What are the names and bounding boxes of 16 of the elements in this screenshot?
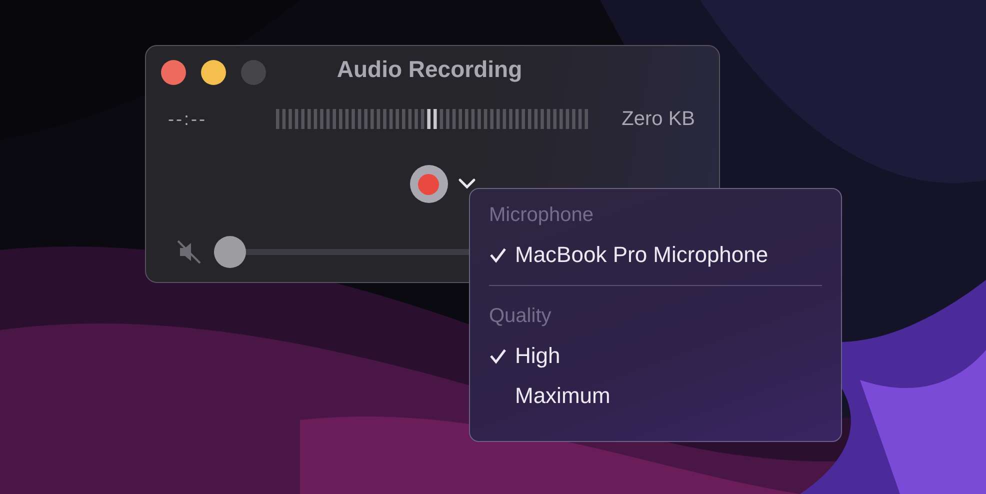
menu-item[interactable]: High: [489, 336, 822, 376]
checkmark-icon: [489, 348, 507, 364]
minimize-button[interactable]: [201, 60, 226, 84]
chevron-down-icon[interactable]: [458, 178, 476, 190]
checkmark-icon: [489, 247, 507, 263]
menu-section-header: Microphone: [489, 202, 594, 228]
window-title: Audio Recording: [336, 56, 522, 83]
close-button[interactable]: [161, 60, 186, 84]
file-size: Zero KB: [622, 108, 695, 130]
elapsed-time: --:--: [168, 108, 208, 130]
menu-section-header: Quality: [489, 304, 552, 328]
muted-speaker-icon[interactable]: [176, 239, 202, 265]
record-button[interactable]: [410, 165, 448, 203]
menu-item[interactable]: MacBook Pro Microphone: [489, 235, 822, 275]
menu-item[interactable]: Maximum: [489, 376, 822, 416]
slider-thumb[interactable]: [214, 236, 246, 268]
